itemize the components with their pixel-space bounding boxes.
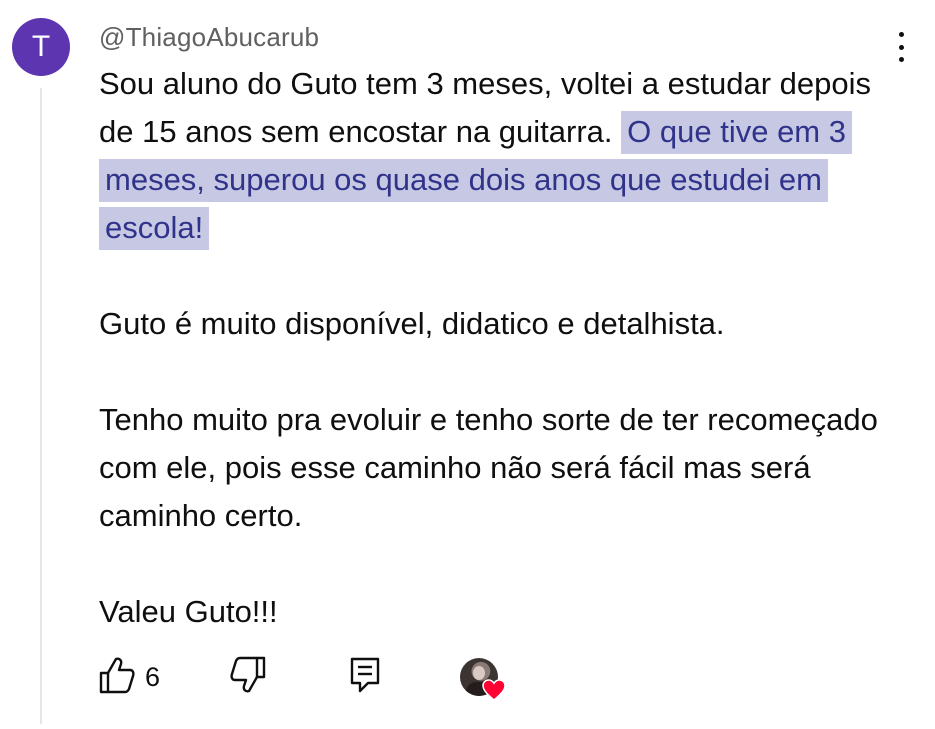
comment-actions: 6 [98, 655, 538, 705]
heart-icon [482, 679, 506, 701]
paragraph-text: Valeu Guto!!! [99, 594, 278, 629]
author-avatar[interactable]: T [12, 18, 70, 76]
avatar-letter: T [31, 30, 51, 63]
comment-paragraph: Guto é muito disponível, didatico e deta… [99, 300, 889, 348]
creator-heart [460, 658, 508, 704]
comment-paragraph: Valeu Guto!!! [99, 588, 889, 636]
paragraph-text: Tenho muito pra evoluir e tenho sorte de… [99, 402, 878, 533]
paragraph-text: Guto é muito disponível, didatico e deta… [99, 306, 725, 341]
comment-paragraph: Tenho muito pra evoluir e tenho sorte de… [99, 396, 889, 540]
like-count: 6 [145, 662, 161, 692]
comment-paragraph: Sou aluno do Guto tem 3 meses, voltei a … [99, 60, 889, 252]
more-vert-icon[interactable] [886, 30, 916, 64]
thumb-up-icon[interactable] [98, 655, 136, 695]
reply-icon[interactable] [348, 655, 382, 695]
comment-text: Sou aluno do Guto tem 3 meses, voltei a … [99, 60, 889, 636]
author-handle[interactable]: @ThiagoAbucarub [99, 22, 319, 53]
thumb-down-icon[interactable] [229, 655, 267, 695]
thread-line [40, 88, 42, 724]
